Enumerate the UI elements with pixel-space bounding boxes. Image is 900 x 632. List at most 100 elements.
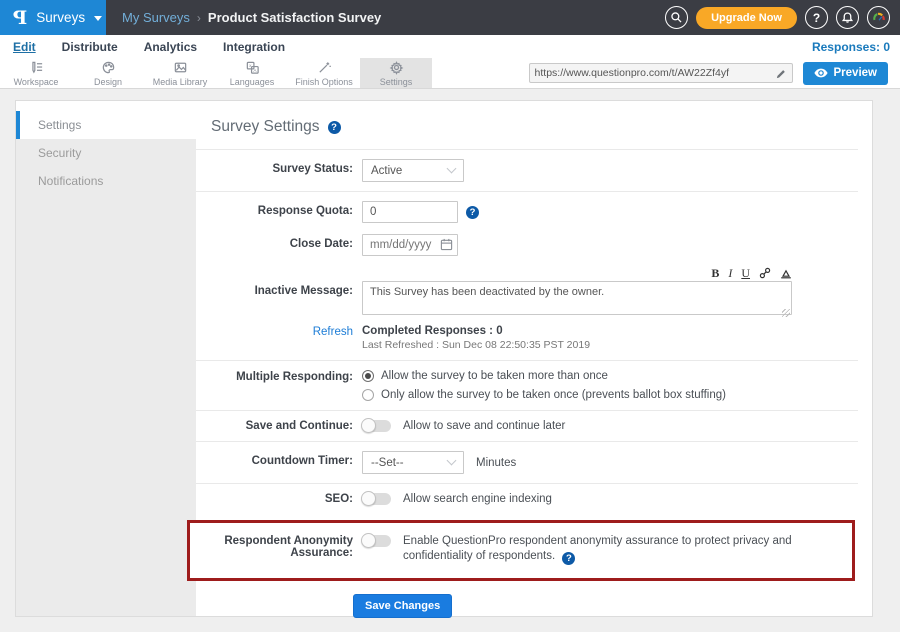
- seo-text: Allow search engine indexing: [403, 493, 552, 505]
- italic-button[interactable]: I: [728, 267, 732, 279]
- breadcrumb: My Surveys › Product Satisfaction Survey: [122, 10, 381, 25]
- chevron-down-icon: [447, 456, 457, 466]
- anonymity-toggle[interactable]: [362, 535, 391, 547]
- svg-text:A: A: [253, 67, 257, 72]
- save-continue-text: Allow to save and continue later: [403, 420, 565, 432]
- sidebar-item-label: Settings: [38, 118, 81, 132]
- product-switcher[interactable]: P Surveys: [0, 0, 106, 35]
- survey-url-box: [529, 63, 793, 83]
- toolbar-tab-languages[interactable]: xA Languages: [216, 58, 288, 88]
- search-button[interactable]: [665, 6, 688, 29]
- refresh-link[interactable]: Refresh: [313, 326, 353, 338]
- last-refreshed-text: Last Refreshed : Sun Dec 08 22:50:35 PST…: [362, 339, 590, 351]
- section-nav: Edit Distribute Analytics Integration Re…: [0, 35, 900, 58]
- countdown-minutes-label: Minutes: [476, 457, 516, 469]
- page-title-row: Survey Settings ?: [196, 101, 872, 149]
- save-continue-toggle[interactable]: [362, 420, 391, 432]
- search-icon: [670, 11, 683, 24]
- anonymity-help-icon[interactable]: ?: [562, 552, 575, 565]
- link-icon[interactable]: [759, 267, 771, 279]
- account-score-button[interactable]: [867, 6, 890, 29]
- sidebar-item-label: Security: [38, 146, 81, 160]
- radio-multiple-allowed[interactable]: [362, 370, 374, 382]
- toolbar-tab-label: Languages: [230, 77, 275, 87]
- format-toolbar: B I U: [362, 267, 792, 281]
- sidebar-item-notifications[interactable]: Notifications: [16, 167, 196, 195]
- toggle-knob: [361, 533, 376, 548]
- questionpro-logo-icon: P: [13, 7, 27, 29]
- toggle-knob: [361, 491, 376, 506]
- toolbar-tab-label: Finish Options: [295, 77, 353, 87]
- product-menu-label: Surveys: [36, 10, 85, 25]
- responses-count[interactable]: Responses: 0: [812, 40, 890, 54]
- toolbar-tab-workspace[interactable]: Workspace: [0, 58, 72, 88]
- edit-url-pencil-icon[interactable]: [775, 67, 787, 79]
- save-changes-button[interactable]: Save Changes: [353, 594, 452, 618]
- tab-distribute[interactable]: Distribute: [49, 36, 131, 58]
- question-mark-icon: ?: [813, 11, 820, 25]
- refresh-row: Refresh Completed Responses : 0 Last Ref…: [196, 323, 872, 360]
- toolbar-tab-settings[interactable]: Settings: [360, 58, 432, 88]
- countdown-timer-select[interactable]: --Set--: [362, 451, 464, 474]
- settings-card: Settings Security Notifications Survey S…: [15, 100, 873, 617]
- magic-wand-icon: [317, 60, 332, 75]
- inactive-message-row: Inactive Message: B I U This Survey has …: [196, 265, 872, 323]
- multiple-responding-label: Multiple Responding:: [196, 370, 353, 383]
- anonymity-text: Enable QuestionPro respondent anonymity …: [403, 534, 844, 565]
- survey-status-value: Active: [371, 165, 402, 177]
- workspace-icon: [29, 60, 44, 75]
- toolbar-tab-label: Media Library: [153, 77, 208, 87]
- sidebar-item-settings[interactable]: Settings: [16, 111, 196, 139]
- settings-sidebar: Settings Security Notifications: [16, 101, 196, 616]
- breadcrumb-separator: ›: [197, 11, 201, 25]
- breadcrumb-parent-link[interactable]: My Surveys: [122, 10, 190, 25]
- translate-icon: xA: [245, 60, 260, 75]
- toggle-knob: [361, 418, 376, 433]
- notifications-button[interactable]: [836, 6, 859, 29]
- countdown-timer-label: Countdown Timer:: [196, 451, 353, 467]
- radio-once-only-label: Only allow the survey to be taken once (…: [381, 389, 726, 401]
- response-quota-help-icon[interactable]: ?: [466, 206, 479, 219]
- bell-icon: [841, 11, 854, 24]
- insert-image-icon[interactable]: [780, 267, 792, 279]
- survey-settings-help-icon[interactable]: ?: [328, 121, 341, 134]
- tab-edit[interactable]: Edit: [0, 36, 49, 58]
- preview-button[interactable]: Preview: [803, 62, 888, 85]
- survey-url-input[interactable]: [535, 67, 775, 79]
- countdown-timer-value: --Set--: [371, 457, 404, 469]
- bold-button[interactable]: B: [711, 267, 719, 279]
- inactive-message-textarea[interactable]: This Survey has been deactivated by the …: [362, 281, 792, 315]
- help-button[interactable]: ?: [805, 6, 828, 29]
- save-row: Save Changes: [196, 581, 872, 618]
- sidebar-item-security[interactable]: Security: [16, 139, 196, 167]
- seo-toggle[interactable]: [362, 493, 391, 505]
- calendar-icon[interactable]: [440, 238, 453, 251]
- palette-icon: [101, 60, 116, 75]
- survey-status-row: Survey Status: Active: [196, 150, 872, 191]
- toolbar-tab-design[interactable]: Design: [72, 58, 144, 88]
- upgrade-now-button[interactable]: Upgrade Now: [696, 7, 797, 29]
- header-actions: Upgrade Now ?: [665, 6, 900, 29]
- tab-analytics[interactable]: Analytics: [131, 36, 210, 58]
- survey-status-select[interactable]: Active: [362, 159, 464, 182]
- close-date-label: Close Date:: [196, 234, 353, 250]
- toolbar-tab-label: Settings: [380, 77, 413, 87]
- sidebar-item-label: Notifications: [38, 174, 103, 188]
- inactive-message-label: Inactive Message:: [196, 267, 353, 297]
- response-quota-input[interactable]: [362, 201, 458, 223]
- tab-integration[interactable]: Integration: [210, 36, 298, 58]
- top-header: P Surveys My Surveys › Product Satisfact…: [0, 0, 900, 35]
- breadcrumb-current: Product Satisfaction Survey: [208, 10, 381, 25]
- seo-row: SEO: Allow search engine indexing: [196, 484, 872, 514]
- underline-button[interactable]: U: [741, 267, 750, 279]
- toolbar-tab-label: Design: [94, 77, 122, 87]
- radio-once-only[interactable]: [362, 389, 374, 401]
- anonymity-description: Enable QuestionPro respondent anonymity …: [403, 535, 792, 562]
- survey-status-label: Survey Status:: [196, 159, 353, 175]
- chevron-down-icon: [447, 164, 457, 174]
- toolbar-tab-media-library[interactable]: Media Library: [144, 58, 216, 88]
- toolbar-tab-finish-options[interactable]: Finish Options: [288, 58, 360, 88]
- gear-icon: [389, 60, 404, 75]
- preview-button-label: Preview: [834, 67, 877, 79]
- radio-multiple-allowed-label: Allow the survey to be taken more than o…: [381, 370, 608, 382]
